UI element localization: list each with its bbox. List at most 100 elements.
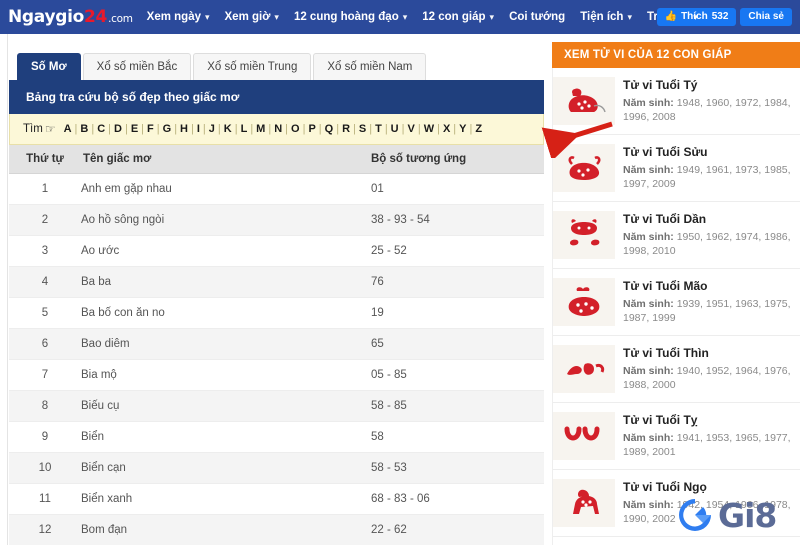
dream-name-link[interactable]: Bom đạn [81,514,371,545]
nav-label: Coi tướng [509,11,566,23]
page-root: Ngaygio 24 .com Xem ngày ▾ Xem giờ ▾ 12 cu… [0,0,800,545]
years-label: Năm sinh: [623,365,674,377]
alpha-letter-q[interactable]: Q [322,123,337,135]
alpha-letter-d[interactable]: D [111,123,125,135]
alpha-letter-v[interactable]: V [404,123,417,135]
main-content-column: Số Mơ Xổ số miền Bắc Xổ số miền Trung Xổ… [9,34,544,545]
dream-numbers: 58 [371,421,544,453]
row-index: 10 [9,452,81,484]
dream-name-link[interactable]: Ba ba [81,266,371,298]
alpha-letter-n[interactable]: N [271,123,285,135]
table-row[interactable]: 11 Biển xanh 68 - 83 - 06 [9,483,544,515]
ox-papercut-icon [553,144,615,192]
alpha-letter-l[interactable]: L [238,123,251,135]
table-row[interactable]: 6 Bao diêm 65 [9,328,544,360]
table-row[interactable]: 8 Biếu cụ 58 - 85 [9,390,544,422]
facebook-share-button[interactable]: Chia sẻ [740,8,792,26]
table-row[interactable]: 5 Ba bố con ăn no 19 [9,297,544,329]
sidebar-item-tuoi-dan[interactable]: Tử vi Tuổi Dần Năm sinh: 1950, 1962, 197… [553,202,800,269]
table-body: 1 Anh em gặp nhau 01 2 Ao hồ sông ngòi 3… [9,173,544,545]
alpha-letter-o[interactable]: O [288,123,303,135]
alpha-letter-s[interactable]: S [356,123,369,135]
nav-item-xem-gio[interactable]: Xem giờ ▾ [225,0,279,34]
alpha-letter-a[interactable]: A [61,123,75,135]
nav-label: 12 cung hoàng đạo [293,11,399,23]
dream-name-link[interactable]: Ao hồ sông ngòi [81,204,371,236]
table-row[interactable]: 2 Ao hồ sông ngòi 38 - 93 - 54 [9,204,544,236]
alpha-letter-c[interactable]: C [94,123,108,135]
table-row[interactable]: 12 Bom đạn 22 - 62 [9,514,544,545]
alpha-letter-m[interactable]: M [253,123,268,135]
years-label: Năm sinh: [623,298,674,310]
tab-xo-so-mien-bac[interactable]: Xổ số miền Bắc [82,53,192,80]
alpha-letter-u[interactable]: U [388,123,402,135]
dream-name-link[interactable]: Biển xanh [81,483,371,515]
table-row[interactable]: 4 Ba ba 76 [9,266,544,298]
nav-item-xem-ngay[interactable]: Xem ngày ▾ [147,0,210,34]
sidebar-item-text: Tử vi Tuổi Tỵ Năm sinh: 1941, 1953, 1965… [623,412,792,459]
table-row[interactable]: 7 Bia mộ 05 - 85 [9,359,544,391]
table-row[interactable]: 3 Ao ước 25 - 52 [9,235,544,267]
facebook-share-label: Chia sẻ [748,11,784,22]
alpha-letter-y[interactable]: Y [456,123,469,135]
dream-name-link[interactable]: Bao diêm [81,328,371,360]
sidebar-item-tuoi-mao[interactable]: Tử vi Tuổi Mão Năm sinh: 1939, 1951, 196… [553,269,800,336]
table-row[interactable]: 9 Biển 58 [9,421,544,453]
nav-item-tien-ich[interactable]: Tiện ích ▾ [580,0,632,34]
nav-item-12-con-giap[interactable]: 12 con giáp ▾ [422,0,494,34]
sidebar-item-years: Năm sinh: 1942, 1954, 1966, 1978, 1990, … [623,498,792,526]
tab-xo-so-mien-nam[interactable]: Xổ số miền Nam [313,53,427,80]
alpha-letter-b[interactable]: B [77,123,91,135]
alpha-letter-j[interactable]: J [206,123,218,135]
alpha-letter-t[interactable]: T [372,123,385,135]
rat-papercut-icon [553,77,615,125]
table-header: Thứ tự Tên giấc mơ Bộ số tương ứng [9,145,544,174]
sidebar-item-text: Tử vi Tuổi Tý Năm sinh: 1948, 1960, 1972… [623,77,792,124]
alpha-letter-p[interactable]: P [305,123,318,135]
sidebar-item-tuoi-suu[interactable]: Tử vi Tuổi Sửu Năm sinh: 1949, 1961, 197… [553,135,800,202]
dream-name-link[interactable]: Biếu cụ [81,390,371,422]
row-index: 9 [9,421,81,453]
tab-so-mo[interactable]: Số Mơ [17,53,81,80]
alpha-letter-i[interactable]: I [194,123,203,135]
dream-name-link[interactable]: Biển cạn [81,452,371,484]
alpha-letter-z[interactable]: Z [472,123,485,135]
column-header-index: Thứ tự [9,145,81,174]
dream-name-link[interactable]: Ao ước [81,235,371,267]
sidebar-item-years: Năm sinh: 1941, 1953, 1965, 1977, 1989, … [623,431,792,459]
alpha-letter-e[interactable]: E [128,123,141,135]
alpha-letter-k[interactable]: K [221,123,235,135]
dream-name-link[interactable]: Ba bố con ăn no [81,297,371,329]
table-row[interactable]: 10 Biển cạn 58 - 53 [9,452,544,484]
site-logo[interactable]: Ngaygio 24 .com [8,7,133,27]
alpha-letter-g[interactable]: G [160,123,175,135]
sidebar-item-tuoi-ngo[interactable]: Tử vi Tuổi Ngọ Năm sinh: 1942, 1954, 196… [553,470,800,537]
nav-menu: Xem ngày ▾ Xem giờ ▾ 12 cung hoàng đạo ▾… [147,0,698,34]
dream-numbers: 05 - 85 [371,359,544,391]
sidebar-item-tuoi-ty-snake[interactable]: Tử vi Tuổi Tỵ Năm sinh: 1941, 1953, 1965… [553,403,800,470]
dream-name-link[interactable]: Anh em gặp nhau [81,173,371,205]
sidebar-item-tuoi-ty[interactable]: Tử vi Tuổi Tý Năm sinh: 1948, 1960, 1972… [553,68,800,135]
alpha-letter-x[interactable]: X [440,123,453,135]
dream-numbers: 38 - 93 - 54 [371,204,544,236]
chevron-down-icon: ▾ [402,12,408,22]
alpha-letter-r[interactable]: R [339,123,353,135]
nav-item-12-cung-hoang-dao[interactable]: 12 cung hoàng đạo ▾ [294,0,407,34]
table-row[interactable]: 1 Anh em gặp nhau 01 [9,173,544,205]
tab-xo-so-mien-trung[interactable]: Xổ số miền Trung [193,53,312,80]
thumbs-up-icon: 👍 [664,11,678,22]
row-index: 6 [9,328,81,360]
sidebar-item-tuoi-thin[interactable]: Tử vi Tuổi Thìn Năm sinh: 1940, 1952, 19… [553,336,800,403]
dream-numbers: 65 [371,328,544,360]
alpha-letter-w[interactable]: W [421,123,437,135]
sidebar-item-years: Năm sinh: 1939, 1951, 1963, 1975, 1987, … [623,297,792,325]
dream-name-link[interactable]: Biển [81,421,371,453]
alpha-letter-f[interactable]: F [144,123,157,135]
column-header-dream: Tên giấc mơ [81,145,371,174]
dream-numbers: 01 [371,173,544,205]
nav-item-coi-tuong[interactable]: Coi tướng [509,0,565,34]
row-index: 2 [9,204,81,236]
alpha-letter-h[interactable]: H [177,123,191,135]
sidebar-item-tuoi-mui[interactable]: Tử vi Tuổi Mùi Năm sinh: 1943, 1955, 196… [553,537,800,545]
dream-name-link[interactable]: Bia mộ [81,359,371,391]
